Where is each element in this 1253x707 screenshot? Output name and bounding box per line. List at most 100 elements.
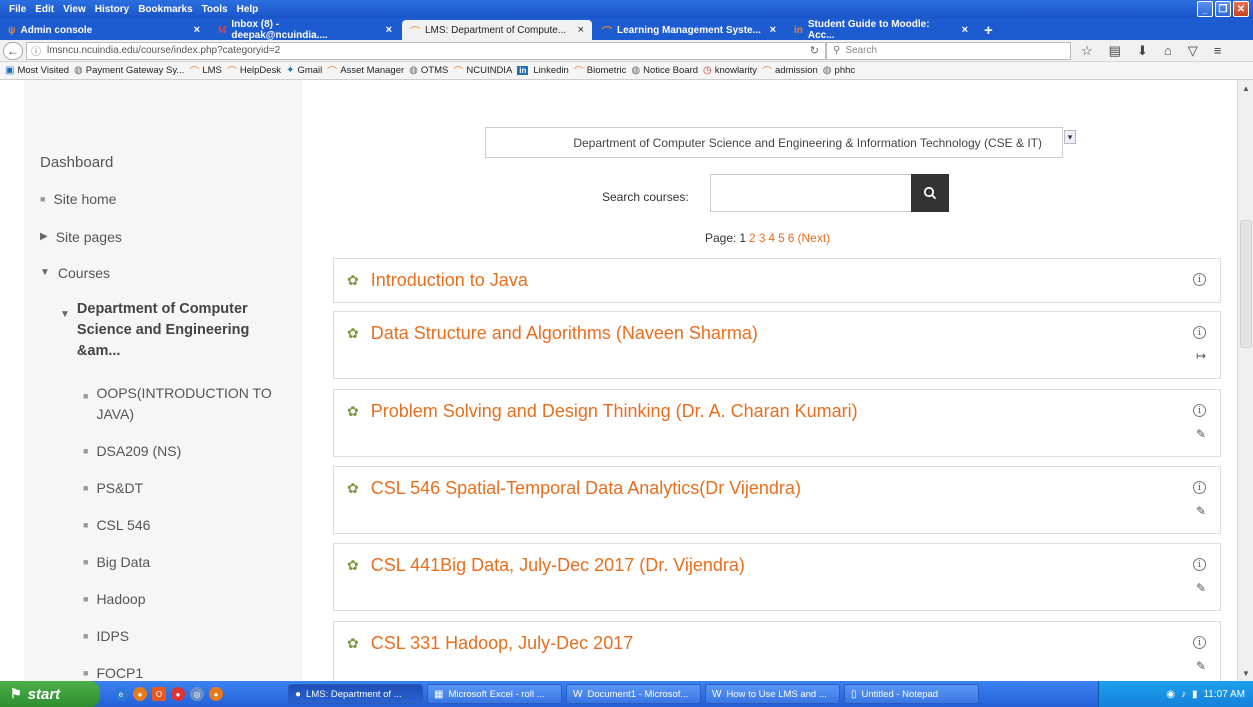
page-3-link[interactable]: 3 — [759, 231, 766, 245]
chevron-down-icon[interactable]: ▾ — [1064, 130, 1076, 144]
close-tab-icon[interactable]: × — [570, 24, 584, 36]
sidebar-item-site-home[interactable]: ■ Site home — [40, 191, 116, 207]
tab-learning-management[interactable]: ⌒ Learning Management Syste... × — [594, 20, 784, 40]
back-button[interactable]: ← — [3, 41, 23, 60]
menu-file[interactable]: File — [9, 4, 26, 15]
scroll-up-icon[interactable]: ▲ — [1240, 82, 1252, 94]
course-info-icon[interactable]: i — [1193, 636, 1206, 649]
firefox-icon[interactable]: ● — [133, 687, 147, 701]
scroll-down-icon[interactable]: ▼ — [1240, 667, 1252, 679]
sidebar-item-dashboard[interactable]: Dashboard — [40, 154, 113, 171]
course-info-icon[interactable]: i — [1193, 404, 1206, 417]
reload-icon[interactable]: ↻ — [810, 44, 819, 57]
bookmark-helpdesk[interactable]: ⌒ HelpDesk — [227, 63, 281, 78]
course-info-icon[interactable]: i — [1193, 326, 1206, 339]
vertical-scrollbar[interactable]: ▲ ▼ — [1237, 80, 1253, 681]
course-title-link[interactable]: CSL 331 Hadoop, July-Dec 2017 — [371, 633, 634, 654]
menu-tools[interactable]: Tools — [202, 4, 228, 15]
course-info-icon[interactable]: i — [1193, 273, 1206, 286]
bookmark-biometric[interactable]: ⌒ Biometric — [574, 63, 627, 78]
clock[interactable]: 11:07 AM — [1203, 689, 1245, 700]
course-title-link[interactable]: Introduction to Java — [371, 270, 528, 291]
firefox-icon[interactable]: ● — [209, 687, 223, 701]
sidebar-item-site-pages[interactable]: ▶ Site pages — [40, 229, 122, 245]
bookmark-linkedin[interactable]: in Linkedin — [517, 65, 569, 76]
next-page-link[interactable]: (Next) — [797, 231, 830, 245]
guest-access-icon[interactable]: ✎ — [1196, 581, 1206, 595]
sidebar-course-hadoop[interactable]: ■ Hadoop — [83, 591, 145, 607]
sidebar-item-department[interactable]: ▼ Department of Computer Science and Engi… — [60, 299, 280, 362]
office-icon[interactable]: O — [152, 687, 166, 701]
taskbar-item-notepad[interactable]: ▯ Untitled - Notepad — [844, 684, 979, 704]
bookmark-gmail[interactable]: ✦ Gmail — [286, 65, 322, 76]
tab-student-guide[interactable]: in Student Guide to Moodle: Acc... × — [786, 19, 976, 41]
close-tab-icon[interactable]: × — [186, 24, 200, 36]
course-title-link[interactable]: CSL 546 Spatial-Temporal Data Analytics(… — [371, 478, 801, 499]
guest-access-icon[interactable]: ✎ — [1196, 427, 1206, 441]
volume-icon[interactable]: ♪ — [1181, 689, 1186, 700]
guest-access-icon[interactable]: ✎ — [1196, 504, 1206, 518]
course-title-link[interactable]: CSL 441Big Data, July-Dec 2017 (Dr. Vije… — [371, 555, 745, 576]
network-icon[interactable]: ◉ — [1166, 689, 1175, 700]
scrollbar-thumb[interactable] — [1240, 220, 1252, 348]
sidebar-course-oops[interactable]: ■ OOPS(INTRODUCTION TO JAVA) — [83, 383, 283, 425]
maximize-button[interactable]: ❐ — [1215, 1, 1231, 17]
bookmark-admission[interactable]: ⌒ admission — [762, 63, 818, 78]
pocket-icon[interactable]: ▽ — [1188, 43, 1198, 59]
browser-search-field[interactable]: ⚲ Search — [826, 41, 1071, 60]
menu-edit[interactable]: Edit — [35, 4, 54, 15]
menu-icon[interactable]: ≡ — [1214, 43, 1222, 59]
page-2-link[interactable]: 2 — [749, 231, 756, 245]
ie-icon[interactable]: e — [114, 687, 128, 701]
course-info-icon[interactable]: i — [1193, 558, 1206, 571]
bookmark-notice-board[interactable]: ◍ Notice Board — [631, 65, 698, 76]
minimize-button[interactable]: _ — [1197, 1, 1213, 17]
self-enrol-icon[interactable]: ↦ — [1196, 349, 1206, 363]
sidebar-course-psdt[interactable]: ■ PS&DT — [83, 480, 143, 496]
tab-lms-department[interactable]: ⌒ LMS: Department of Compute... × — [402, 20, 592, 40]
page-4-link[interactable]: 4 — [768, 231, 775, 245]
new-tab-button[interactable]: + — [984, 20, 993, 40]
course-info-icon[interactable]: i — [1193, 481, 1206, 494]
signal-icon[interactable]: ▮ — [1192, 689, 1198, 700]
sidebar-course-big-data[interactable]: ■ Big Data — [83, 554, 150, 570]
taskbar-item-word-lms[interactable]: W How to Use LMS and ... — [705, 684, 840, 704]
sidebar-course-idps[interactable]: ■ IDPS — [83, 628, 129, 644]
close-button[interactable]: ✕ — [1233, 1, 1249, 17]
course-title-link[interactable]: Problem Solving and Design Thinking (Dr.… — [371, 401, 858, 422]
url-bar[interactable]: ⓘ lmsncu.ncuindia.edu/course/index.php?c… — [26, 41, 826, 60]
sidebar-item-courses[interactable]: ▼ Courses — [40, 265, 110, 281]
menu-help[interactable]: Help — [237, 4, 259, 15]
bookmark-most-visited[interactable]: ▣ Most Visited — [5, 65, 69, 76]
course-title-link[interactable]: Data Structure and Algorithms (Naveen Sh… — [371, 323, 758, 344]
tab-inbox[interactable]: M Inbox (8) - deepak@ncuindia.... × — [210, 19, 400, 41]
page-6-link[interactable]: 6 — [788, 231, 795, 245]
category-select[interactable]: Department of Computer Science and Engin… — [485, 127, 1076, 158]
close-tab-icon[interactable]: × — [762, 24, 776, 36]
close-tab-icon[interactable]: × — [378, 24, 392, 36]
bookmark-lms[interactable]: ⌒ LMS — [189, 63, 222, 78]
guest-access-icon[interactable]: ✎ — [1196, 659, 1206, 673]
sidebar-course-focp1[interactable]: ■ FOCP1 — [83, 665, 143, 681]
bookmark-asset-manager[interactable]: ⌒ Asset Manager — [327, 63, 404, 78]
search-courses-button[interactable] — [911, 174, 949, 212]
bookmark-otms[interactable]: ◍ OTMS — [409, 65, 448, 76]
taskbar-item-lms[interactable]: ● LMS: Department of ... — [288, 684, 423, 704]
chrome-icon[interactable]: ● — [171, 687, 185, 701]
bookmark-payment-gateway[interactable]: ◍ Payment Gateway Sy... — [74, 65, 184, 76]
menu-history[interactable]: History — [95, 4, 129, 15]
search-courses-input[interactable] — [710, 174, 912, 212]
info-icon[interactable]: ⓘ — [31, 43, 41, 58]
start-button[interactable]: ⚑ start — [0, 681, 100, 707]
taskbar-item-word-doc1[interactable]: W Document1 - Microsof... — [566, 684, 701, 704]
sidebar-course-csl546[interactable]: ■ CSL 546 — [83, 517, 150, 533]
menu-view[interactable]: View — [63, 4, 86, 15]
page-5-link[interactable]: 5 — [778, 231, 785, 245]
bookmark-star-icon[interactable]: ☆ — [1081, 43, 1093, 59]
home-icon[interactable]: ⌂ — [1164, 43, 1172, 59]
download-icon[interactable]: ⬇ — [1137, 43, 1148, 59]
sidebar-course-dsa209[interactable]: ■ DSA209 (NS) — [83, 443, 181, 459]
menu-bookmarks[interactable]: Bookmarks — [138, 4, 192, 15]
taskbar-item-excel[interactable]: ▦ Microsoft Excel - roll ... — [427, 684, 562, 704]
bookmark-ncuindia[interactable]: ⌒ NCUINDIA — [453, 63, 512, 78]
